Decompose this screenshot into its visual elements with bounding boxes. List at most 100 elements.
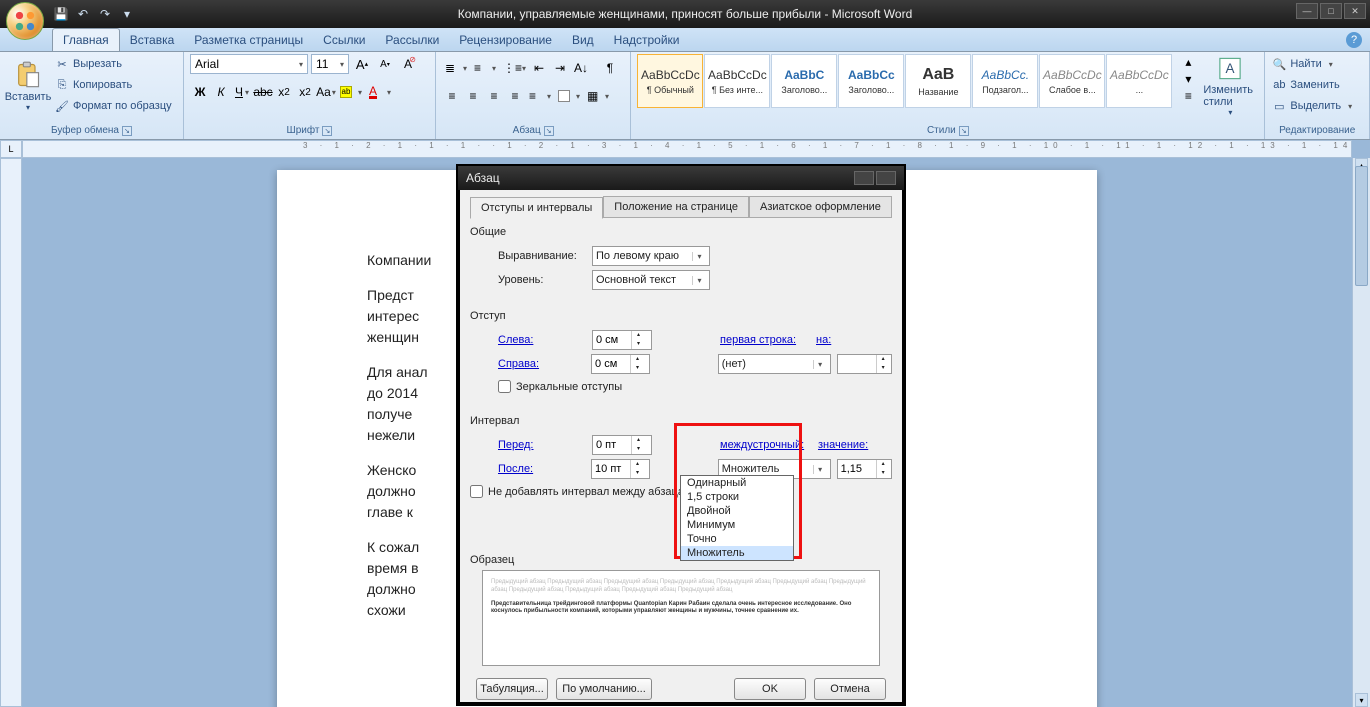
find-button[interactable]: 🔍Найти▾ xyxy=(1271,54,1352,74)
tab-references[interactable]: Ссылки xyxy=(313,29,375,51)
copy-button[interactable]: ⎘Копировать xyxy=(54,75,172,95)
indent-right-spinner[interactable]: ▴▾ xyxy=(591,354,650,374)
subscript-button[interactable]: x2 xyxy=(274,82,294,102)
tab-view[interactable]: Вид xyxy=(562,29,604,51)
line-opt-double[interactable]: Двойной xyxy=(681,504,793,518)
horizontal-ruler[interactable]: 3 · 1 · 2 · 1 · 1 · 1 · · 1 · 2 · 1 · 3 … xyxy=(22,140,1352,158)
justify-button[interactable]: ≡ xyxy=(505,86,525,106)
save-icon[interactable]: 💾 xyxy=(52,5,70,23)
first-line-select[interactable]: (нет)▾ xyxy=(718,354,831,374)
style-subtitle[interactable]: AaBbCc.Подзагол... xyxy=(972,54,1038,108)
tab-home[interactable]: Главная xyxy=(52,28,120,51)
strike-button[interactable]: abc xyxy=(253,82,273,102)
style-h1[interactable]: AaBbCЗаголово... xyxy=(771,54,837,108)
tab-insert[interactable]: Вставка xyxy=(120,29,185,51)
maximize-button[interactable]: □ xyxy=(1320,3,1342,19)
style-more[interactable]: AaBbCcDc... xyxy=(1106,54,1172,108)
align-center-button[interactable]: ≡ xyxy=(463,86,483,106)
line-opt-exactly[interactable]: Точно xyxy=(681,532,793,546)
default-button[interactable]: По умолчанию... xyxy=(556,678,652,700)
sort-button[interactable]: A↓ xyxy=(571,58,599,78)
styles-launcher[interactable]: ↘ xyxy=(959,126,969,136)
styles-scroll-down[interactable]: ▾ xyxy=(1178,71,1198,87)
styles-expand[interactable]: ≡ xyxy=(1178,88,1198,104)
dialog-help-button[interactable] xyxy=(854,171,874,185)
line-opt-atleast[interactable]: Минимум xyxy=(681,518,793,532)
close-button[interactable]: ✕ xyxy=(1344,3,1366,19)
font-size-combo[interactable]: 11▾ xyxy=(311,54,349,74)
styles-gallery[interactable]: AaBbCcDc¶ Обычный AaBbCcDc¶ Без инте... … xyxy=(637,54,1172,108)
format-painter-button[interactable]: 🖌Формат по образцу xyxy=(54,96,172,116)
replace-button[interactable]: abЗаменить xyxy=(1271,75,1352,95)
line-opt-single[interactable]: Одинарный xyxy=(681,476,793,490)
outline-level-select[interactable]: Основной текст▾ xyxy=(592,270,710,290)
numbering-button[interactable]: ≡▾ xyxy=(471,58,499,78)
tab-mailings[interactable]: Рассылки xyxy=(375,29,449,51)
minimize-button[interactable]: — xyxy=(1296,3,1318,19)
font-launcher[interactable]: ↘ xyxy=(322,126,332,136)
select-button[interactable]: ▭Выделить▾ xyxy=(1271,96,1352,116)
cancel-button[interactable]: Отмена xyxy=(814,678,886,700)
redo-icon[interactable]: ↷ xyxy=(96,5,114,23)
dialog-close-button[interactable] xyxy=(876,171,896,185)
show-marks-button[interactable]: ¶ xyxy=(600,58,620,78)
space-before-spinner[interactable]: ▴▾ xyxy=(592,435,652,455)
tab-page-layout[interactable]: Разметка страницы xyxy=(184,29,313,51)
style-h2[interactable]: AaBbCcЗаголово... xyxy=(838,54,904,108)
qat-dropdown-icon[interactable]: ▾ xyxy=(118,5,136,23)
undo-icon[interactable]: ↶ xyxy=(74,5,92,23)
underline-button[interactable]: Ч▾ xyxy=(232,82,252,102)
style-title[interactable]: AaBНазвание xyxy=(905,54,971,108)
help-button[interactable]: ? xyxy=(1346,32,1362,48)
decrease-indent-button[interactable]: ⇤ xyxy=(529,58,549,78)
line-opt-15[interactable]: 1,5 строки xyxy=(681,490,793,504)
multilevel-button[interactable]: ⋮≡▾ xyxy=(500,58,528,78)
increase-indent-button[interactable]: ⇥ xyxy=(550,58,570,78)
clear-format-button[interactable]: A⊘ xyxy=(398,54,418,74)
align-right-button[interactable]: ≡ xyxy=(484,86,504,106)
office-button[interactable] xyxy=(6,2,46,42)
no-space-between-checkbox[interactable] xyxy=(470,485,483,498)
tabs-button[interactable]: Табуляция... xyxy=(476,678,548,700)
scroll-down-arrow[interactable]: ▾ xyxy=(1355,693,1368,707)
style-nospacing[interactable]: AaBbCcDc¶ Без инте... xyxy=(704,54,770,108)
dialog-tab-asian[interactable]: Азиатское оформление xyxy=(749,196,892,218)
style-normal[interactable]: AaBbCcDc¶ Обычный xyxy=(637,54,703,108)
indent-left-spinner[interactable]: ▴▾ xyxy=(592,330,652,350)
bold-button[interactable]: Ж xyxy=(190,82,210,102)
line-spacing-dropdown-list[interactable]: Одинарный 1,5 строки Двойной Минимум Точ… xyxy=(680,475,794,561)
shading-button[interactable]: ▾ xyxy=(555,86,583,106)
paragraph-launcher[interactable]: ↘ xyxy=(544,126,554,136)
tab-selector[interactable]: L xyxy=(0,140,22,158)
space-after-spinner[interactable]: ▴▾ xyxy=(591,459,650,479)
vertical-ruler[interactable] xyxy=(0,158,22,707)
first-line-by-spinner[interactable]: ▴▾ xyxy=(837,354,892,374)
tab-review[interactable]: Рецензирование xyxy=(449,29,562,51)
tab-addins[interactable]: Надстройки xyxy=(604,29,690,51)
scroll-thumb[interactable] xyxy=(1355,166,1368,286)
paste-button[interactable]: Вставить ▾ xyxy=(6,54,50,118)
font-color-button[interactable]: A▾ xyxy=(366,82,394,102)
cut-button[interactable]: ✂Вырезать xyxy=(54,54,172,74)
style-subtle[interactable]: AaBbCcDcСлабое в... xyxy=(1039,54,1105,108)
grow-font-button[interactable]: A▴ xyxy=(352,54,372,74)
line-spacing-at-spinner[interactable]: ▴▾ xyxy=(837,459,892,479)
dialog-tab-indents[interactable]: Отступы и интервалы xyxy=(470,197,603,219)
change-styles-button[interactable]: A Изменить стили▾ xyxy=(1202,54,1258,118)
borders-button[interactable]: ▦▾ xyxy=(584,86,612,106)
styles-scroll-up[interactable]: ▴ xyxy=(1178,54,1198,70)
line-opt-multiple[interactable]: Множитель xyxy=(681,546,793,560)
superscript-button[interactable]: x2 xyxy=(295,82,315,102)
dialog-tab-position[interactable]: Положение на странице xyxy=(603,196,749,218)
bullets-button[interactable]: ≣▾ xyxy=(442,58,470,78)
line-spacing-button[interactable]: ≡▾ xyxy=(526,86,554,106)
alignment-select[interactable]: По левому краю▾ xyxy=(592,246,710,266)
shrink-font-button[interactable]: A▾ xyxy=(375,54,395,74)
font-name-combo[interactable]: Arial▾ xyxy=(190,54,308,74)
ok-button[interactable]: OK xyxy=(734,678,806,700)
change-case-button[interactable]: Aa▾ xyxy=(316,82,336,102)
italic-button[interactable]: К xyxy=(211,82,231,102)
vertical-scrollbar[interactable]: ▴ ▾ xyxy=(1352,158,1370,707)
clipboard-launcher[interactable]: ↘ xyxy=(122,126,132,136)
mirror-indents-checkbox[interactable] xyxy=(498,380,511,393)
